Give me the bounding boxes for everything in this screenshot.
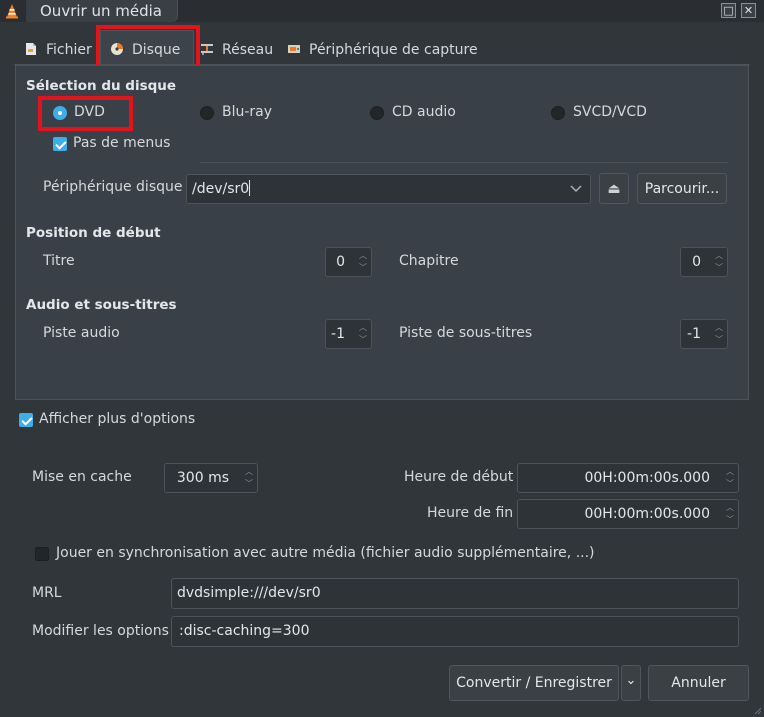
start-position-heading: Position de début [26,225,161,241]
spin-arrows-icon[interactable]: ︿ ﹀ [713,322,725,346]
no-menus-label[interactable]: Pas de menus [73,135,170,151]
chapter-value: 0 [692,254,701,270]
title-label: Titre [43,253,75,269]
sync-checkbox[interactable] [35,547,49,561]
browse-button[interactable]: Parcourir... [637,173,727,204]
no-menus-checkbox[interactable] [53,137,67,151]
file-icon [26,43,36,55]
radio-bluray-label[interactable]: Blu-ray [222,104,272,120]
close-button[interactable]: ✕ [741,3,756,18]
title-spinbox[interactable]: 0 ︿ ﹀ [325,247,372,277]
chapter-spinbox[interactable]: 0 ︿ ﹀ [680,247,728,277]
subtitle-track-spinbox[interactable]: -1 ︿ ﹀ [680,319,728,349]
caching-spinbox[interactable]: 300 ms ︿ ﹀ [164,463,258,493]
subtitle-track-label: Piste de sous-titres [399,325,533,341]
audio-track-label: Piste audio [43,325,120,341]
caching-label: Mise en cache [32,469,132,485]
radio-svcd-vcd-label[interactable]: SVCD/VCD [573,104,647,120]
eject-button[interactable]: ⏏ [599,173,629,204]
disc-device-label: Périphérique disque [43,179,183,195]
convert-save-button[interactable]: Convertir / Enregistrer [449,665,619,701]
disc-device-combobox[interactable]: /dev/sr0 [186,174,591,204]
sync-label[interactable]: Jouer en synchronisation avec autre médi… [56,545,595,561]
edit-options-field[interactable]: :disc-caching=300 [171,616,739,647]
edit-options-label: Modifier les options [32,623,169,639]
network-icon [201,44,213,55]
maximize-button[interactable]: □ [721,3,736,18]
radio-cd-audio[interactable] [370,106,384,120]
audio-subtitles-heading: Audio et sous-titres [26,297,177,313]
chapter-label: Chapitre [399,253,459,269]
disc-separator [200,162,728,163]
radio-svcd-vcd[interactable] [551,106,565,120]
spin-arrows-icon[interactable]: ︿ ﹀ [724,466,736,490]
vlc-app-icon [6,4,18,19]
mrl-label: MRL [32,585,62,601]
tab-label: Fichier [46,42,92,58]
end-time-value: 00H:00m:00s.000 [584,506,710,522]
window-title: Ouvrir un média [40,2,162,20]
spin-arrows-icon[interactable]: ︿ ﹀ [357,250,369,274]
chevron-down-icon [570,185,582,193]
title-value: 0 [336,254,345,270]
resize-grip-icon[interactable] [752,705,762,715]
text-cursor [249,180,251,196]
disc-selection-heading: Sélection du disque [26,78,177,94]
start-time-field[interactable]: 00H:00m:00s.000 ︿ ﹀ [517,463,739,493]
show-more-options-checkbox[interactable] [19,413,33,427]
radio-bluray[interactable] [200,106,214,120]
spin-arrows-icon[interactable]: ︿ ﹀ [243,466,255,490]
spin-arrows-icon[interactable]: ︿ ﹀ [713,250,725,274]
convert-dropdown-button[interactable]: ⌄ [621,665,641,701]
highlight-box-dvd [38,96,133,131]
start-time-label: Heure de début [404,469,514,485]
tab-label: Périphérique de capture [309,42,478,58]
end-time-field[interactable]: 00H:00m:00s.000 ︿ ﹀ [517,499,739,529]
start-time-value: 00H:00m:00s.000 [584,470,710,486]
tab-peripherique-capture[interactable]: Périphérique de capture [287,38,478,62]
tab-label: Réseau [222,42,274,58]
mrl-field[interactable]: dvdsimple:///dev/sr0 [171,578,739,609]
caching-value: 300 ms [176,470,229,486]
disc-device-value: /dev/sr0 [192,181,250,197]
subtitle-track-value: -1 [687,326,701,342]
radio-cd-audio-label[interactable]: CD audio [392,104,456,120]
audio-track-value: -1 [331,326,345,342]
audio-track-spinbox[interactable]: -1 ︿ ﹀ [325,319,372,349]
capture-device-icon [288,45,300,53]
show-more-options-label[interactable]: Afficher plus d'options [39,411,195,427]
spin-arrows-icon[interactable]: ︿ ﹀ [357,322,369,346]
end-time-label: Heure de fin [427,505,514,521]
cancel-button[interactable]: Annuler [648,665,749,701]
tab-reseau[interactable]: Réseau [200,38,273,62]
tab-fichier[interactable]: Fichier [24,38,92,62]
spin-arrows-icon[interactable]: ︿ ﹀ [724,502,736,526]
